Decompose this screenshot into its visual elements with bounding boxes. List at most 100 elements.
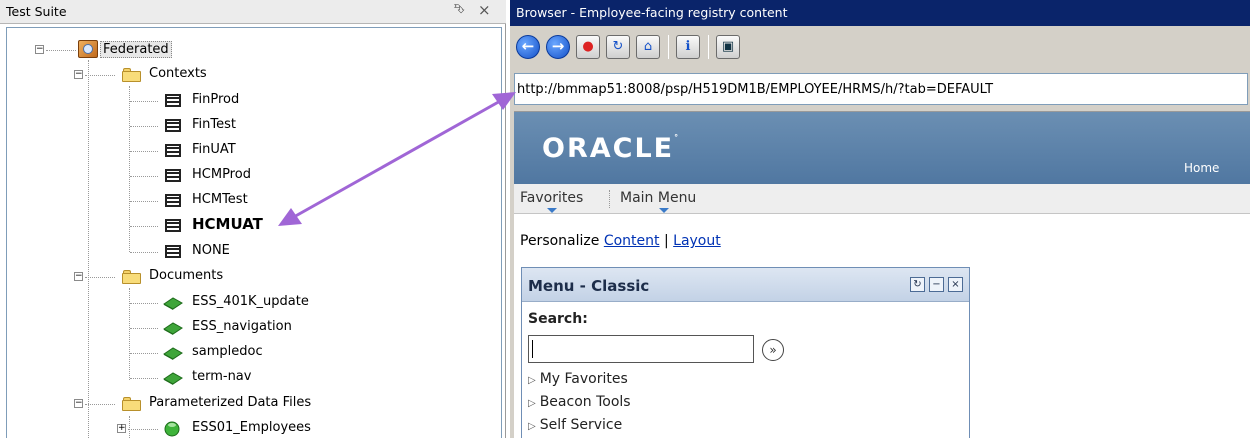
minimize-pagelet-icon[interactable]: − [929,277,944,292]
text-caret [532,340,533,358]
expand-triangle-icon: ▷ [528,375,536,386]
context-item-fintest[interactable]: FinTest [0,114,500,138]
tree-connector [130,303,158,304]
tree-connector [46,50,76,51]
portal-menu-bar: Favorites Main Menu [514,184,1250,214]
favorites-caret-icon[interactable] [547,208,557,213]
tree-node-federated[interactable]: − Federated [0,38,500,62]
tree-connector [130,201,158,202]
collapse-toggle[interactable]: − [35,45,44,54]
menu-link-self-service[interactable]: ▷ Self Service [528,417,622,433]
back-icon[interactable]: ← [516,35,540,59]
home-link[interactable]: Home [1184,161,1219,175]
tree-connector [130,378,158,379]
refresh-pagelet-icon[interactable]: ↻ [910,277,925,292]
tree-node-contexts[interactable]: − Contexts [0,63,500,87]
collapse-toggle[interactable]: − [74,272,83,281]
browser-viewport: ORACLE° Home Favorites Main Menu Persona… [514,111,1250,438]
oracle-logo: ORACLE° [542,133,681,164]
context-icon [165,219,181,232]
context-item-finuat[interactable]: FinUAT [0,139,500,163]
expand-toggle[interactable]: + [117,424,126,433]
menu-link-my-favorites[interactable]: ▷ My Favorites [528,371,628,387]
pagelet-title: Menu - Classic [528,277,650,295]
browser-toolbar: ← → ● ↻ ⌂ ℹ ▣ [510,26,1250,70]
toolbar-separator [668,35,669,59]
main-menu[interactable]: Main Menu [620,190,696,206]
address-bar[interactable]: http://bmmap51:8008/psp/H519DM1B/EMPLOYE… [514,73,1248,105]
context-icon [165,169,181,182]
document-item[interactable]: ESS_navigation [0,316,500,340]
view-source-icon[interactable]: ▣ [716,35,740,59]
tree-connector [130,151,158,152]
document-icon [163,297,183,310]
context-item-hcmuat[interactable]: HCMUAT [0,214,500,238]
tree-connector [128,429,158,430]
menu-link-beacon-tools[interactable]: ▷ Beacon Tools [528,394,631,410]
tree-node-documents[interactable]: − Documents [0,265,500,289]
main-menu-caret-icon[interactable] [659,208,669,213]
tree-connector [85,404,115,405]
page-info-icon[interactable]: ℹ [676,35,700,59]
context-item-finprod[interactable]: FinProd [0,89,500,113]
forward-icon[interactable]: → [546,35,570,59]
folder-icon [122,68,142,82]
tree-node-parameterized-data-files[interactable]: − Parameterized Data Files [0,392,500,416]
tree-node-label: FinUAT [192,142,236,157]
search-label: Search: [528,311,588,327]
close-pagelet-icon[interactable]: × [948,277,963,292]
context-item-none[interactable]: NONE [0,240,500,264]
tree-node-label: ESS_401K_update [192,294,309,309]
context-icon [165,119,181,132]
address-url: http://bmmap51:8008/psp/H519DM1B/EMPLOYE… [517,82,994,97]
document-icon [163,372,183,385]
menu-classic-pagelet: Menu - Classic ↻ − × Search: » ▷ My Favor… [521,267,970,438]
search-go-icon[interactable]: » [762,339,784,361]
home-icon[interactable]: ⌂ [636,35,660,59]
document-item[interactable]: sampledoc [0,341,500,365]
browser-titlebar: Browser - Employee-facing registry conte… [510,0,1250,26]
menu-separator [609,190,610,208]
personalize-content-link[interactable]: Content [604,233,660,249]
tree-connector [130,328,158,329]
refresh-icon[interactable]: ↻ [606,35,630,59]
federated-icon [78,40,98,58]
tree-node-label: HCMUAT [192,215,263,233]
context-icon [165,194,181,207]
document-icon [163,347,183,360]
favorites-menu[interactable]: Favorites [520,190,583,206]
data-file-item[interactable]: + ESS01_Employees [0,417,500,438]
context-icon [165,94,181,107]
context-item-hcmtest[interactable]: HCMTest [0,189,500,213]
collapse-toggle[interactable]: − [74,70,83,79]
document-item[interactable]: term-nav [0,366,500,390]
tree-node-label: Documents [149,268,224,283]
document-item[interactable]: ESS_401K_update [0,291,500,315]
search-input[interactable] [528,335,754,363]
expand-triangle-icon: ▷ [528,398,536,409]
tree-connector [130,353,158,354]
collapse-toggle[interactable]: − [74,399,83,408]
tree-connector [85,75,115,76]
folder-icon [122,270,142,284]
personalize-bar: Personalize Content | Layout [520,233,721,249]
context-item-hcmprod[interactable]: HCMProd [0,164,500,188]
browser-panel: Browser - Employee-facing registry conte… [510,0,1250,438]
pagelet-header: Menu - Classic ↻ − × [522,268,969,302]
tree-node-label: Contexts [149,66,207,81]
personalize-label: Personalize [520,233,600,249]
tree-connector [85,277,115,278]
test-suite-titlebar: Test Suite ⮷ × [0,0,506,24]
tree-node-label: Parameterized Data Files [149,395,312,410]
stop-icon[interactable]: ● [576,35,600,59]
oracle-header: ORACLE° Home [514,112,1250,184]
expand-triangle-icon: ▷ [528,421,536,432]
context-icon [165,245,181,258]
personalize-separator: | [663,233,669,249]
personalize-layout-link[interactable]: Layout [673,233,721,249]
tree-connector [130,176,158,177]
toolbar-separator [708,35,709,59]
close-icon[interactable]: × [478,1,491,19]
pin-icon[interactable]: ⮷ [454,2,464,17]
tree-connector [130,126,158,127]
